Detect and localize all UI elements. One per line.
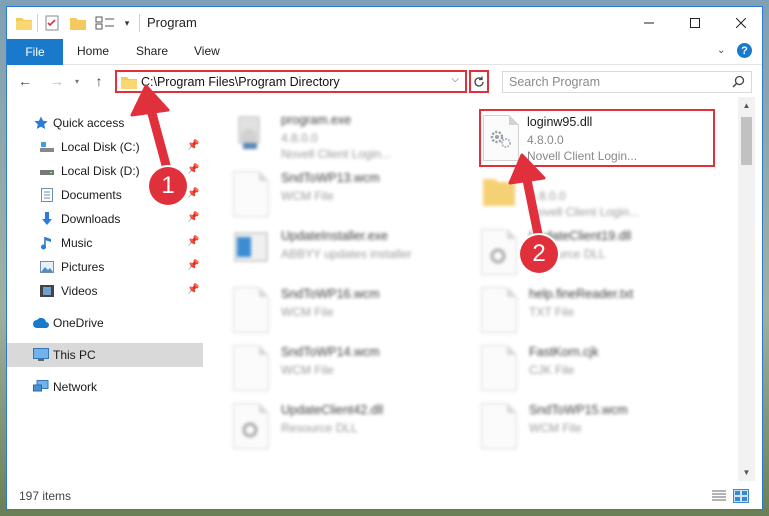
step-1-badge: 1: [149, 167, 187, 205]
step-2-badge: 2: [520, 235, 558, 273]
annotation-arrows: [130, 84, 546, 249]
